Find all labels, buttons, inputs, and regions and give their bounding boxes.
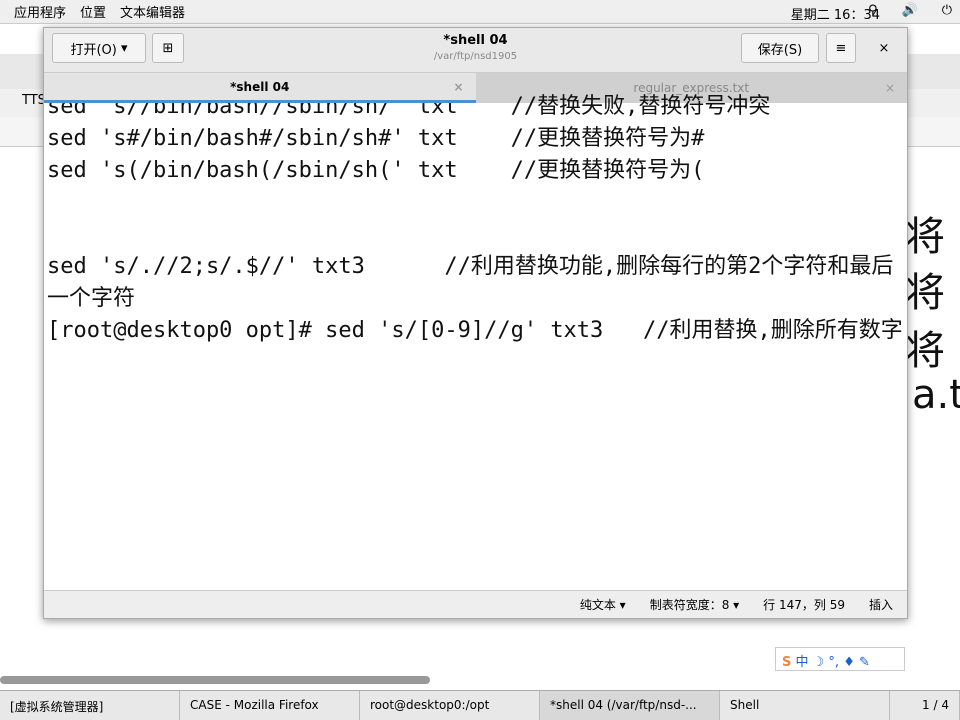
editor-line: sed 's(/bin/bash(/sbin/sh(' txt //更换替换符号…: [47, 158, 705, 183]
workspace-switcher[interactable]: 1 / 4: [890, 691, 960, 720]
tab-regular-express[interactable]: regular_express.txt ×: [476, 73, 908, 103]
places-menu[interactable]: 位置: [80, 2, 106, 21]
volume-icon[interactable]: 🔊: [902, 3, 918, 18]
taskbar: [虚拟系统管理器] CASE - Mozilla Firefox root@de…: [0, 690, 960, 720]
cursor-position[interactable]: 行 147，列 59: [763, 596, 845, 613]
task-gedit[interactable]: *shell 04 (/var/ftp/nsd-...: [540, 691, 720, 720]
tab-shell-04[interactable]: *shell 04 ×: [44, 73, 476, 103]
ime-label: 中 ☽ °, ♦ ✎: [795, 655, 870, 670]
status-bar: 纯文本 ▾ 制表符宽度：8 ▾ 行 147，列 59 插入: [44, 590, 907, 618]
horizontal-scrollbar[interactable]: [0, 676, 430, 684]
task-shell[interactable]: Shell: [720, 691, 890, 720]
background-text: 将: [905, 328, 945, 374]
menu-icon[interactable]: ≡: [826, 33, 856, 63]
sogou-icon: S: [782, 655, 792, 670]
tab-close-icon[interactable]: ×: [885, 81, 895, 95]
top-panel: 应用程序 位置 文本编辑器 星期二 16：34 ⚲ 🔊 ⏻: [0, 0, 960, 24]
background-text: 将: [905, 214, 945, 260]
tab-label: regular_express.txt: [633, 81, 750, 95]
language-selector[interactable]: 纯文本 ▾: [580, 596, 626, 613]
save-button[interactable]: 保存(S): [741, 33, 819, 63]
tab-close-icon[interactable]: ×: [453, 80, 463, 94]
background-text: a.t: [912, 372, 960, 418]
gedit-window: 打开(O) ▾ ⊞ *shell 04 /var/ftp/nsd1905 保存(…: [43, 27, 908, 619]
editor-line: sed 's#/bin/bash#/sbin/sh#' txt //更换替换符号…: [47, 126, 705, 151]
task-virt-manager[interactable]: [虚拟系统管理器]: [0, 691, 180, 720]
insert-mode: 插入: [868, 598, 893, 612]
close-icon[interactable]: ×: [869, 33, 899, 63]
editor-line: [root@desktop0 opt]# sed 's/[0-9]//g' tx…: [47, 318, 903, 343]
ime-toolbar[interactable]: S 中 ☽ °, ♦ ✎: [775, 647, 905, 671]
editor-line: sed 's/.//2;s/.$//' txt3 //利用替换功能,删除每行的第…: [47, 254, 894, 311]
tab-label: *shell 04: [230, 79, 290, 94]
applications-menu[interactable]: 应用程序: [14, 2, 66, 21]
background-text: 将: [905, 270, 945, 316]
text-editor[interactable]: sed 's//bin/bash//sbin/sh/' txt //替换失败,替…: [44, 91, 907, 576]
power-icon[interactable]: ⏻: [942, 3, 952, 18]
task-terminal[interactable]: root@desktop0:/opt: [360, 691, 540, 720]
network-icon[interactable]: ⚲: [868, 3, 878, 18]
text-editor-menu[interactable]: 文本编辑器: [120, 2, 185, 21]
tab-width-selector[interactable]: 制表符宽度：8 ▾: [650, 596, 739, 613]
task-firefox[interactable]: CASE - Mozilla Firefox: [180, 691, 360, 720]
